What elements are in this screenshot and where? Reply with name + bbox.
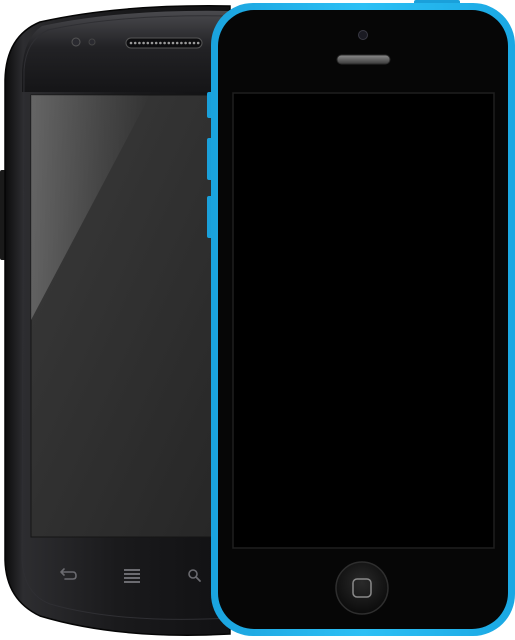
grille-dot bbox=[171, 41, 175, 45]
grille-dot bbox=[175, 41, 179, 45]
grille-dot bbox=[154, 41, 158, 45]
grille-dot bbox=[180, 41, 183, 45]
iphone-home-button bbox=[335, 561, 389, 615]
grille-dot bbox=[184, 41, 187, 45]
grille-dot bbox=[133, 41, 137, 45]
devices-illustration bbox=[0, 0, 515, 636]
grille-dot bbox=[188, 41, 192, 45]
device-mockup-scene bbox=[0, 0, 515, 640]
grille-dot bbox=[146, 41, 150, 45]
android-front-camera bbox=[71, 37, 81, 47]
grille-dot bbox=[196, 41, 200, 45]
grille-dot bbox=[129, 41, 133, 45]
grille-dot bbox=[163, 41, 166, 45]
iphone-earpiece bbox=[336, 54, 391, 65]
iphone-screen bbox=[232, 92, 495, 549]
grille-dot bbox=[142, 41, 145, 45]
iphone-front-camera bbox=[358, 30, 368, 40]
grille-dot bbox=[150, 41, 154, 45]
android-sensor bbox=[88, 38, 96, 46]
grille-dot bbox=[167, 41, 171, 45]
grille-dot bbox=[159, 41, 162, 45]
grille-dot bbox=[192, 41, 196, 45]
android-phone bbox=[0, 5, 231, 636]
android-earpiece-grille bbox=[125, 37, 203, 49]
grille-dot bbox=[138, 41, 141, 45]
iphone bbox=[207, 0, 515, 636]
